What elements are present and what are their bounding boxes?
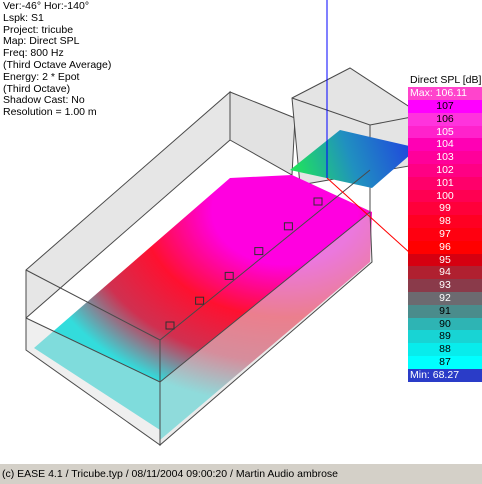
legend-row: 97 <box>408 227 482 241</box>
info-line: Resolution = 1.00 m <box>3 106 97 119</box>
legend-row: 91 <box>408 304 482 318</box>
legend-title: Direct SPL [dB] <box>410 74 482 86</box>
legend-row: 102 <box>408 163 482 177</box>
legend-row: 104 <box>408 138 482 152</box>
legend-row: 96 <box>408 240 482 254</box>
legend-row: 90 <box>408 317 482 331</box>
legend-row: 98 <box>408 215 482 228</box>
legend-row: 105 <box>408 125 482 139</box>
info-line: (Third Octave Average) <box>3 58 112 71</box>
legend-row: 99 <box>408 202 482 216</box>
back-wall <box>229 91 296 176</box>
status-text: (c) EASE 4.1 / Tricube.typ / 08/11/2004 … <box>2 468 338 480</box>
legend-row: 87 <box>408 355 482 369</box>
status-bar: (c) EASE 4.1 / Tricube.typ / 08/11/2004 … <box>0 463 482 484</box>
legend-row: 107 <box>408 100 482 113</box>
spl-legend: Direct SPL [dB] Max: 106.11 107 106 105 104… <box>408 74 482 382</box>
view-info: Ver:-46° Hor:-140° Lspk: S1 Project: tricu… <box>3 0 112 119</box>
info-line: Energy: 2 * Epot <box>3 70 80 83</box>
legend-row: 94 <box>408 266 482 280</box>
legend-row: 88 <box>408 343 482 356</box>
legend-scale: 107 106 105 104 103 102 101 100 99 98 97 96 95 94 93 92… <box>408 100 482 369</box>
legend-row: 93 <box>408 279 482 292</box>
legend-row: 95 <box>408 253 482 267</box>
legend-min: Min: 68.27 <box>408 368 482 382</box>
legend-row: 92 <box>408 291 482 305</box>
legend-max: Max: 106.11 <box>408 87 482 100</box>
legend-row: 101 <box>408 176 482 190</box>
legend-row: 103 <box>408 151 482 164</box>
legend-row: 100 <box>408 189 482 203</box>
3d-viewport[interactable]: Ver:-46° Hor:-140° Lspk: S1 Project: tricu… <box>0 0 482 463</box>
info-line: Lspk: S1 <box>3 11 44 24</box>
legend-row: 89 <box>408 330 482 344</box>
legend-row: 106 <box>408 112 482 126</box>
